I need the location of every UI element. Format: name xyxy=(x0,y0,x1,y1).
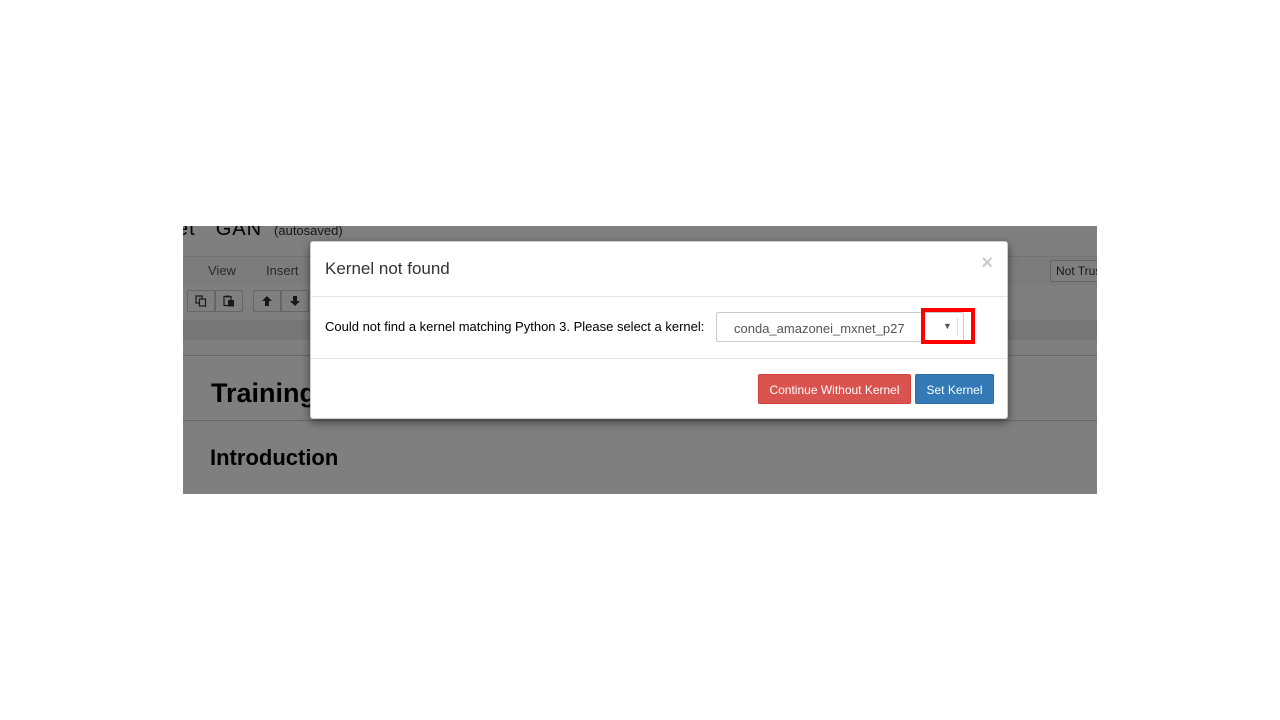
modal-title: Kernel not found xyxy=(325,259,450,278)
set-kernel-button[interactable]: Set Kernel xyxy=(915,374,994,404)
kernel-select-value: conda_amazonei_mxnet_p27 xyxy=(734,321,905,336)
modal-header: Kernel not found × xyxy=(311,242,1007,297)
continue-without-kernel-button[interactable]: Continue Without Kernel xyxy=(758,374,911,404)
modal-body: Could not find a kernel matching Python … xyxy=(311,297,1007,359)
modal-footer: Continue Without Kernel Set Kernel xyxy=(311,359,1007,418)
select-divider xyxy=(957,318,958,336)
kernel-select[interactable]: conda_amazonei_mxnet_p27 ▼ xyxy=(716,312,964,342)
screenshot-stage: etGAN(autosaved) View Insert Not Trusted xyxy=(0,0,1280,720)
kernel-not-found-dialog: Kernel not found × Could not find a kern… xyxy=(310,241,1008,419)
close-button[interactable]: × xyxy=(981,253,993,273)
kernel-message: Could not find a kernel matching Python … xyxy=(325,319,705,334)
chevron-down-icon[interactable]: ▼ xyxy=(943,321,952,331)
